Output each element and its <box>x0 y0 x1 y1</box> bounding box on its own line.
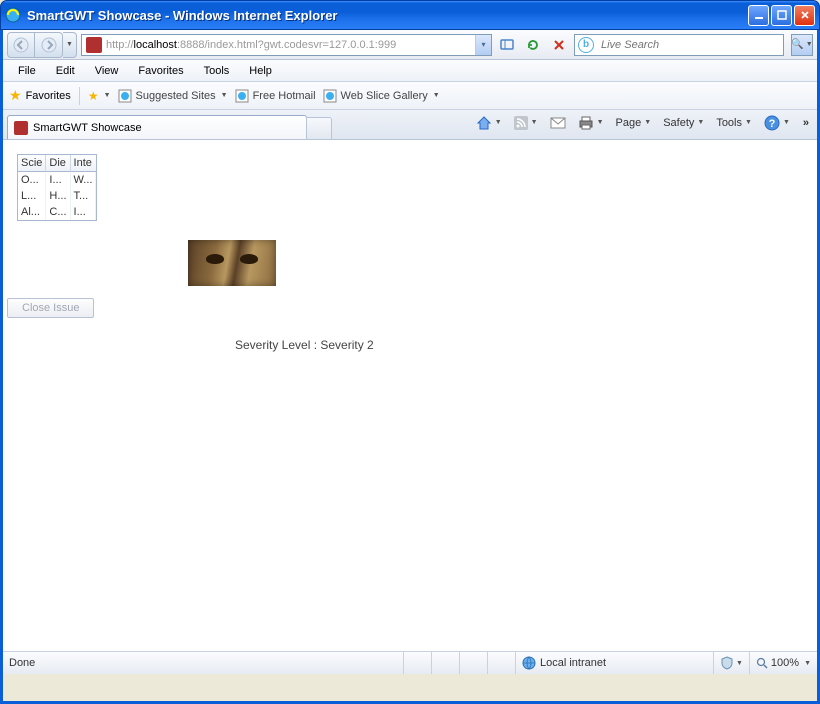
command-bar: ▼ ▼ ▼ Page▼ Safety▼ Tools▼ ?▼ » <box>332 110 813 139</box>
tab-bar: SmartGWT Showcase ▼ ▼ ▼ Page▼ Safety▼ To… <box>3 110 817 140</box>
forward-button[interactable] <box>35 32 63 58</box>
new-tab-button[interactable] <box>306 117 332 139</box>
zoom-control[interactable]: 100% ▼ <box>749 652 817 674</box>
help-button[interactable]: ?▼ <box>761 113 793 133</box>
search-input[interactable] <box>597 38 783 52</box>
menu-view[interactable]: View <box>86 62 128 80</box>
status-spacer <box>487 652 515 674</box>
menu-edit[interactable]: Edit <box>47 62 84 80</box>
data-grid[interactable]: Scie Die Inte O... I... W... L... H... T… <box>17 154 97 221</box>
ie-page-icon <box>322 88 338 104</box>
tools-menu[interactable]: Tools▼ <box>713 115 755 131</box>
bing-icon: b <box>578 37 594 53</box>
protected-mode[interactable]: ▼ <box>713 652 749 674</box>
shield-icon <box>720 656 734 670</box>
grid-header[interactable]: Die <box>46 155 70 172</box>
nav-history-dropdown[interactable]: ▼ <box>63 32 77 58</box>
status-spacer <box>431 652 459 674</box>
maximize-button[interactable] <box>771 5 792 26</box>
address-dropdown[interactable]: ▾ <box>475 35 491 55</box>
favorites-bar: ★ Favorites ★ ▼ Suggested Sites ▼ Free H… <box>3 82 817 110</box>
address-bar[interactable]: http://localhost:8888/index.html?gwt.cod… <box>81 34 492 56</box>
status-spacer <box>403 652 431 674</box>
search-go-button[interactable]: 🔍▼ <box>791 34 813 56</box>
close-window-button[interactable] <box>794 5 815 26</box>
star-add-icon: ★ <box>88 89 99 103</box>
suggested-sites-link[interactable]: Suggested Sites ▼ <box>117 88 228 104</box>
add-to-favorites-button[interactable]: ★ ▼ <box>88 89 111 103</box>
search-bar[interactable]: b <box>574 34 784 56</box>
security-zone[interactable]: Local intranet <box>515 652 713 674</box>
status-spacer <box>459 652 487 674</box>
stop-button[interactable] <box>548 34 570 56</box>
toolbar-overflow[interactable]: » <box>803 117 809 129</box>
menu-help[interactable]: Help <box>240 62 281 80</box>
address-input[interactable]: http://localhost:8888/index.html?gwt.cod… <box>106 39 475 51</box>
safety-menu[interactable]: Safety▼ <box>660 115 707 131</box>
page-menu[interactable]: Page▼ <box>613 115 655 131</box>
webslice-gallery-link[interactable]: Web Slice Gallery ▼ <box>322 88 440 104</box>
navigation-toolbar: ▼ http://localhost:8888/index.html?gwt.c… <box>3 30 817 60</box>
back-button[interactable] <box>7 32 35 58</box>
ie-page-icon <box>117 88 133 104</box>
menu-bar: File Edit View Favorites Tools Help <box>3 60 817 82</box>
tab-label: SmartGWT Showcase <box>33 122 142 134</box>
ie-page-icon <box>234 88 250 104</box>
tab-smartgwt-showcase[interactable]: SmartGWT Showcase <box>7 115 307 139</box>
close-issue-button[interactable]: Close Issue <box>7 298 94 318</box>
severity-label: Severity Level : Severity 2 <box>235 338 374 352</box>
star-icon: ★ <box>9 87 22 104</box>
print-button[interactable]: ▼ <box>575 114 607 132</box>
menu-tools[interactable]: Tools <box>195 62 239 80</box>
table-row[interactable]: Al... C... I... <box>18 204 96 220</box>
minimize-button[interactable] <box>748 5 769 26</box>
menu-file[interactable]: File <box>9 62 45 80</box>
free-hotmail-link[interactable]: Free Hotmail <box>234 88 316 104</box>
separator <box>79 87 80 105</box>
table-row[interactable]: O... I... W... <box>18 172 96 188</box>
status-bar: Done Local intranet ▼ 100% ▼ <box>3 652 817 674</box>
compat-view-button[interactable] <box>496 34 518 56</box>
titlebar: SmartGWT Showcase - Windows Internet Exp… <box>0 0 820 30</box>
grid-header[interactable]: Scie <box>18 155 46 172</box>
favorites-button[interactable]: ★ Favorites <box>9 87 71 104</box>
read-mail-button[interactable] <box>547 115 569 131</box>
detail-image <box>188 240 276 286</box>
svg-text:?: ? <box>769 118 776 130</box>
ie-icon <box>5 7 21 23</box>
status-text: Done <box>3 652 403 674</box>
table-row[interactable]: L... H... T... <box>18 188 96 204</box>
home-button[interactable]: ▼ <box>473 113 505 133</box>
site-icon <box>86 37 102 53</box>
globe-icon <box>522 656 536 670</box>
menu-favorites[interactable]: Favorites <box>129 62 192 80</box>
refresh-button[interactable] <box>522 34 544 56</box>
tab-favicon <box>14 121 28 135</box>
zoom-icon <box>756 657 768 669</box>
page-content: Scie Die Inte O... I... W... L... H... T… <box>3 140 817 652</box>
window-title: SmartGWT Showcase - Windows Internet Exp… <box>27 8 746 23</box>
grid-header[interactable]: Inte <box>71 155 97 172</box>
feeds-button[interactable]: ▼ <box>511 114 541 132</box>
